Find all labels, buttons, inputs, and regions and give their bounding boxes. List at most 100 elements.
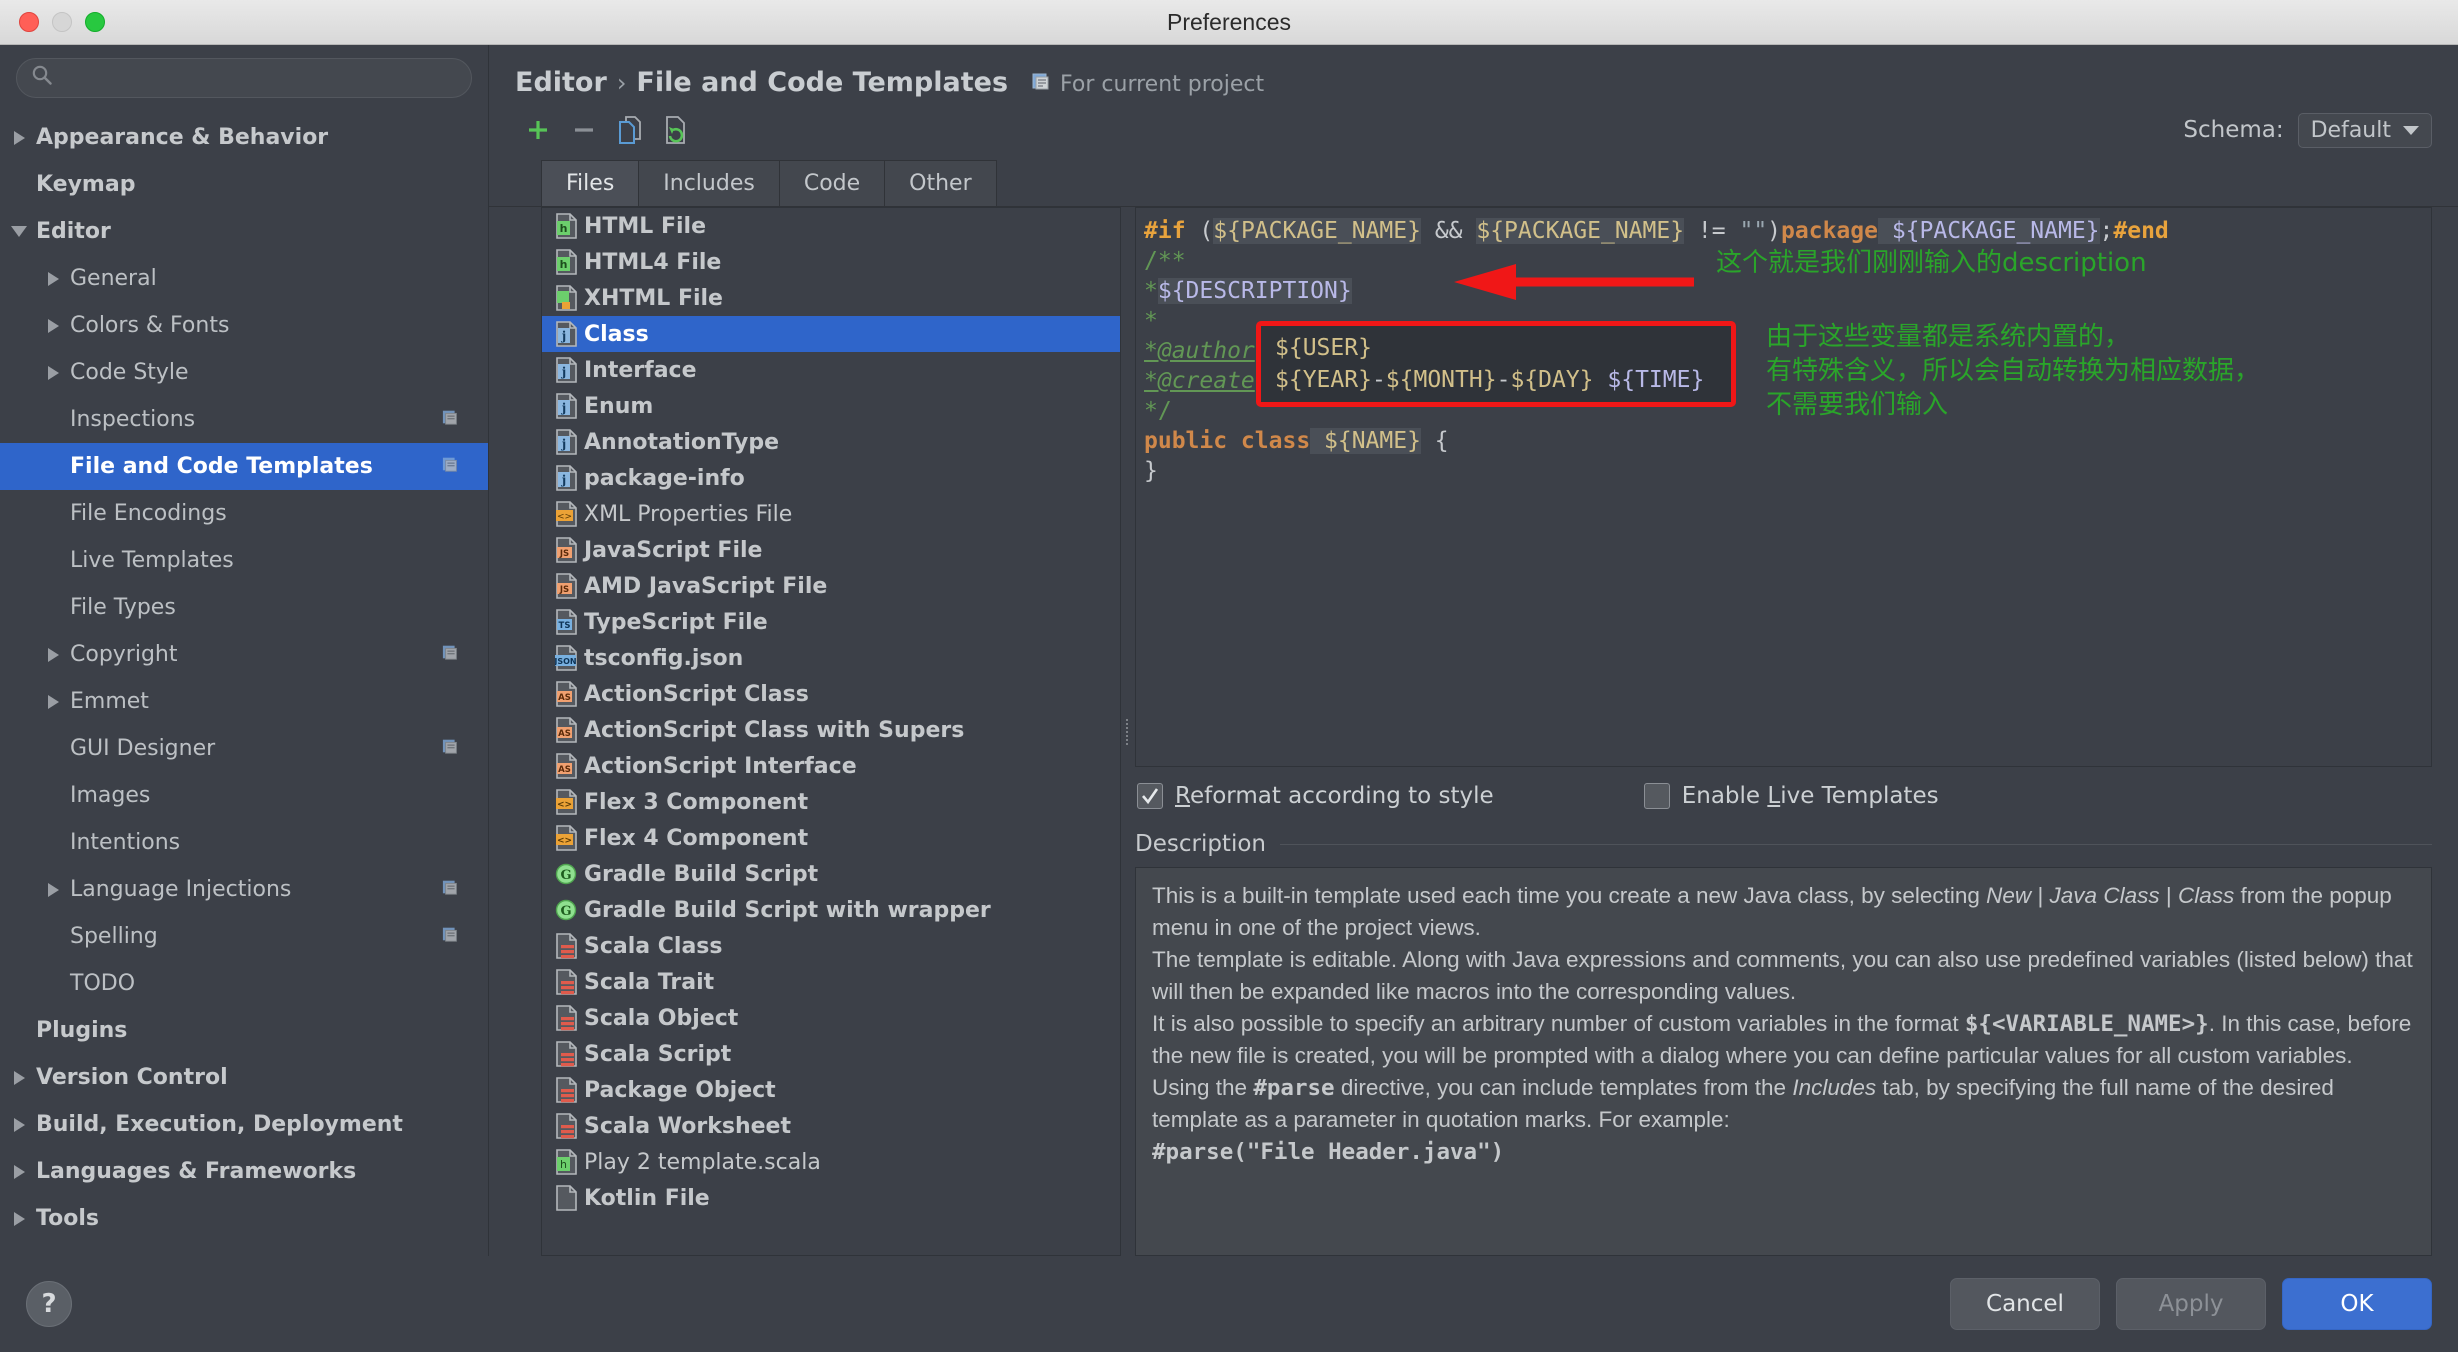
- template-list-item-label: Scala Script: [584, 1041, 732, 1067]
- sidebar-item-file-and-code-templates[interactable]: File and Code Templates: [0, 443, 488, 490]
- sidebar-item-language-injections[interactable]: Language Injections: [0, 866, 488, 913]
- chevron-right-icon: [2, 1070, 36, 1085]
- tab-other[interactable]: Other: [884, 160, 997, 206]
- tab-files[interactable]: Files: [541, 160, 640, 206]
- sidebar-item-emmet[interactable]: Emmet: [0, 678, 488, 725]
- sidebar-item-intentions[interactable]: Intentions: [0, 819, 488, 866]
- sidebar-item-spelling[interactable]: Spelling: [0, 913, 488, 960]
- sidebar-item-label: Editor: [36, 219, 111, 244]
- template-list-item[interactable]: G Gradle Build Script with wrapper: [542, 892, 1120, 928]
- live-templates-checkbox[interactable]: [1643, 783, 1670, 809]
- help-button[interactable]: ?: [26, 1281, 72, 1327]
- template-list-item-label: HTML4 File: [584, 249, 722, 275]
- template-list-item[interactable]: j AnnotationType: [542, 424, 1120, 460]
- apply-button[interactable]: Apply: [2116, 1278, 2266, 1330]
- sidebar-item-file-types[interactable]: File Types: [0, 584, 488, 631]
- tab-code[interactable]: Code: [778, 160, 886, 206]
- sidebar-item-code-style[interactable]: Code Style: [0, 349, 488, 396]
- pane-splitter[interactable]: [1121, 207, 1135, 1256]
- sidebar-item-build-execution-deployment[interactable]: Build, Execution, Deployment: [0, 1101, 488, 1148]
- sidebar-item-languages-frameworks[interactable]: Languages & Frameworks: [0, 1148, 488, 1195]
- sidebar-item-label: Languages & Frameworks: [36, 1159, 357, 1184]
- template-list-item[interactable]: j Class: [542, 316, 1120, 352]
- template-list-item[interactable]: h Play 2 template.scala: [542, 1144, 1120, 1180]
- template-options: Reformat according to style Enable Live …: [1135, 767, 2432, 809]
- sidebar-item-appearance-behavior[interactable]: Appearance & Behavior: [0, 114, 488, 161]
- template-list-item[interactable]: AS ActionScript Class: [542, 676, 1120, 712]
- sidebar-item-inspections[interactable]: Inspections: [0, 396, 488, 443]
- project-scope-icon: [1032, 71, 1052, 97]
- template-list-item[interactable]: Kotlin File: [542, 1180, 1120, 1216]
- project-scope-icon: [442, 642, 460, 667]
- sidebar-item-tools[interactable]: Tools: [0, 1195, 488, 1242]
- reformat-option[interactable]: Reformat according to style: [1137, 783, 1494, 809]
- template-list-item[interactable]: AS ActionScript Class with Supers: [542, 712, 1120, 748]
- sidebar-item-file-encodings[interactable]: File Encodings: [0, 490, 488, 537]
- template-list-item[interactable]: JSON tsconfig.json: [542, 640, 1120, 676]
- template-list-item[interactable]: h HTML File: [542, 208, 1120, 244]
- sidebar-item-editor[interactable]: Editor: [0, 208, 488, 255]
- svg-text:j: j: [561, 473, 566, 487]
- sidebar-item-label: Language Injections: [70, 877, 292, 902]
- ok-button[interactable]: OK: [2282, 1278, 2432, 1330]
- redbox-var-user: ${USER}: [1275, 335, 1372, 361]
- template-code-editor[interactable]: #if (${PACKAGE_NAME} && ${PACKAGE_NAME} …: [1135, 207, 2432, 767]
- search-box[interactable]: [16, 58, 472, 98]
- sidebar-item-version-control[interactable]: Version Control: [0, 1054, 488, 1101]
- reset-template-button[interactable]: [653, 110, 699, 150]
- template-list-item[interactable]: j Enum: [542, 388, 1120, 424]
- live-templates-option[interactable]: Enable Live Templates: [1643, 783, 1939, 809]
- template-list-item[interactable]: Scala Class: [542, 928, 1120, 964]
- search-input[interactable]: [61, 66, 457, 90]
- template-list-item[interactable]: <> Flex 4 Component: [542, 820, 1120, 856]
- remove-template-button[interactable]: [561, 110, 607, 150]
- template-list-item[interactable]: JS AMD JavaScript File: [542, 568, 1120, 604]
- template-list-item[interactable]: AS ActionScript Interface: [542, 748, 1120, 784]
- sidebar-item-label: Inspections: [70, 407, 196, 432]
- xml-file-icon: <>: [550, 501, 584, 527]
- window-body: Appearance & Behavior Keymap Editor General…: [0, 45, 2458, 1256]
- template-list-item[interactable]: Scala Trait: [542, 964, 1120, 1000]
- template-list-item[interactable]: Scala Worksheet: [542, 1108, 1120, 1144]
- template-list-item-label: Flex 4 Component: [584, 825, 809, 851]
- template-list-item-label: Interface: [584, 357, 697, 383]
- sidebar-item-label: Copyright: [70, 642, 178, 667]
- js-file-icon: JS: [550, 537, 584, 563]
- triangle: [13, 1164, 25, 1179]
- template-list-item[interactable]: j package-info: [542, 460, 1120, 496]
- sidebar-item-live-templates[interactable]: Live Templates: [0, 537, 488, 584]
- sidebar-item-copyright[interactable]: Copyright: [0, 631, 488, 678]
- sidebar-search: [0, 45, 488, 108]
- template-list-item[interactable]: Scala Script: [542, 1036, 1120, 1072]
- redbox-var-time: ${TIME}: [1593, 367, 1705, 393]
- template-list-item[interactable]: Package Object: [542, 1072, 1120, 1108]
- template-list-item[interactable]: G Gradle Build Script: [542, 856, 1120, 892]
- sidebar-item-keymap[interactable]: Keymap: [0, 161, 488, 208]
- sidebar-item-gui-designer[interactable]: GUI Designer: [0, 725, 488, 772]
- breadcrumb-root[interactable]: Editor: [515, 67, 607, 98]
- template-list-item[interactable]: JS JavaScript File: [542, 532, 1120, 568]
- template-list-item[interactable]: h HTML4 File: [542, 244, 1120, 280]
- svg-text:j: j: [561, 329, 566, 343]
- sidebar-item-todo[interactable]: TODO: [0, 960, 488, 1007]
- template-list-item[interactable]: <> XML Properties File: [542, 496, 1120, 532]
- template-list-item[interactable]: j Interface: [542, 352, 1120, 388]
- add-template-button[interactable]: [515, 110, 561, 150]
- template-list-item[interactable]: <> Flex 3 Component: [542, 784, 1120, 820]
- template-list-item[interactable]: Scala Object: [542, 1000, 1120, 1036]
- reformat-checkbox[interactable]: [1137, 783, 1163, 809]
- sidebar-item-colors-fonts[interactable]: Colors & Fonts: [0, 302, 488, 349]
- sidebar-item-general[interactable]: General: [0, 255, 488, 302]
- sidebar-item-images[interactable]: Images: [0, 772, 488, 819]
- schema-select[interactable]: Default: [2297, 112, 2432, 148]
- tab-includes[interactable]: Includes: [638, 160, 780, 206]
- template-list-item[interactable]: XHTML File: [542, 280, 1120, 316]
- template-file-list[interactable]: h HTML File h HTML4 File XHTML File j Class j In…: [541, 207, 1121, 1256]
- copy-template-button[interactable]: [607, 110, 653, 150]
- code-brace-close: }: [1144, 458, 1158, 484]
- template-list-item[interactable]: TS TypeScript File: [542, 604, 1120, 640]
- svg-text:h: h: [560, 258, 568, 271]
- sidebar-item-plugins[interactable]: Plugins: [0, 1007, 488, 1054]
- svg-text:<>: <>: [557, 836, 572, 846]
- cancel-button[interactable]: Cancel: [1950, 1278, 2100, 1330]
